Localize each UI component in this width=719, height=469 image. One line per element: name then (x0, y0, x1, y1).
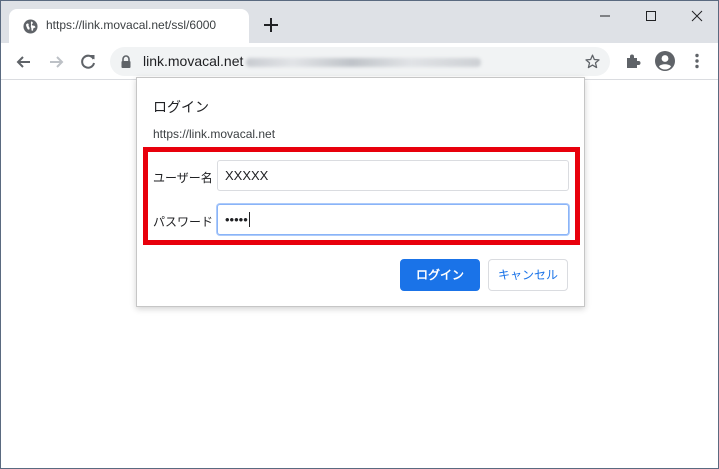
maximize-icon[interactable] (639, 5, 663, 27)
tab-title: https://link.movacal.net/ssl/6000 (46, 18, 217, 32)
globe-icon (23, 19, 38, 34)
toolbar: link.movacal.net (1, 43, 718, 80)
url-text: link.movacal.net (143, 53, 244, 69)
forward-icon[interactable] (45, 51, 67, 73)
close-icon[interactable] (685, 5, 709, 27)
reload-icon[interactable] (77, 51, 99, 73)
title-bar: https://link.movacal.net/ssl/6000 (1, 1, 718, 43)
account-icon[interactable] (654, 50, 676, 72)
highlight-box (143, 147, 580, 245)
cancel-button[interactable]: キャンセル (488, 259, 568, 291)
browser-tab[interactable]: https://link.movacal.net/ssl/6000 (9, 9, 249, 43)
menu-icon[interactable] (687, 51, 707, 71)
back-icon[interactable] (13, 51, 35, 73)
dialog-title: ログイン (153, 99, 209, 115)
address-bar[interactable]: link.movacal.net (110, 47, 610, 76)
dialog-origin: https://link.movacal.net (153, 127, 276, 141)
star-icon[interactable] (584, 53, 601, 70)
login-button[interactable]: ログイン (400, 259, 480, 291)
lock-icon[interactable] (120, 55, 132, 68)
extensions-icon[interactable] (623, 51, 643, 71)
browser-window: https://link.movacal.net/ssl/6000 link.m… (0, 0, 719, 469)
minimize-icon[interactable] (593, 5, 617, 27)
url-redacted-path (246, 58, 481, 67)
new-tab-plus-icon[interactable] (261, 15, 281, 35)
